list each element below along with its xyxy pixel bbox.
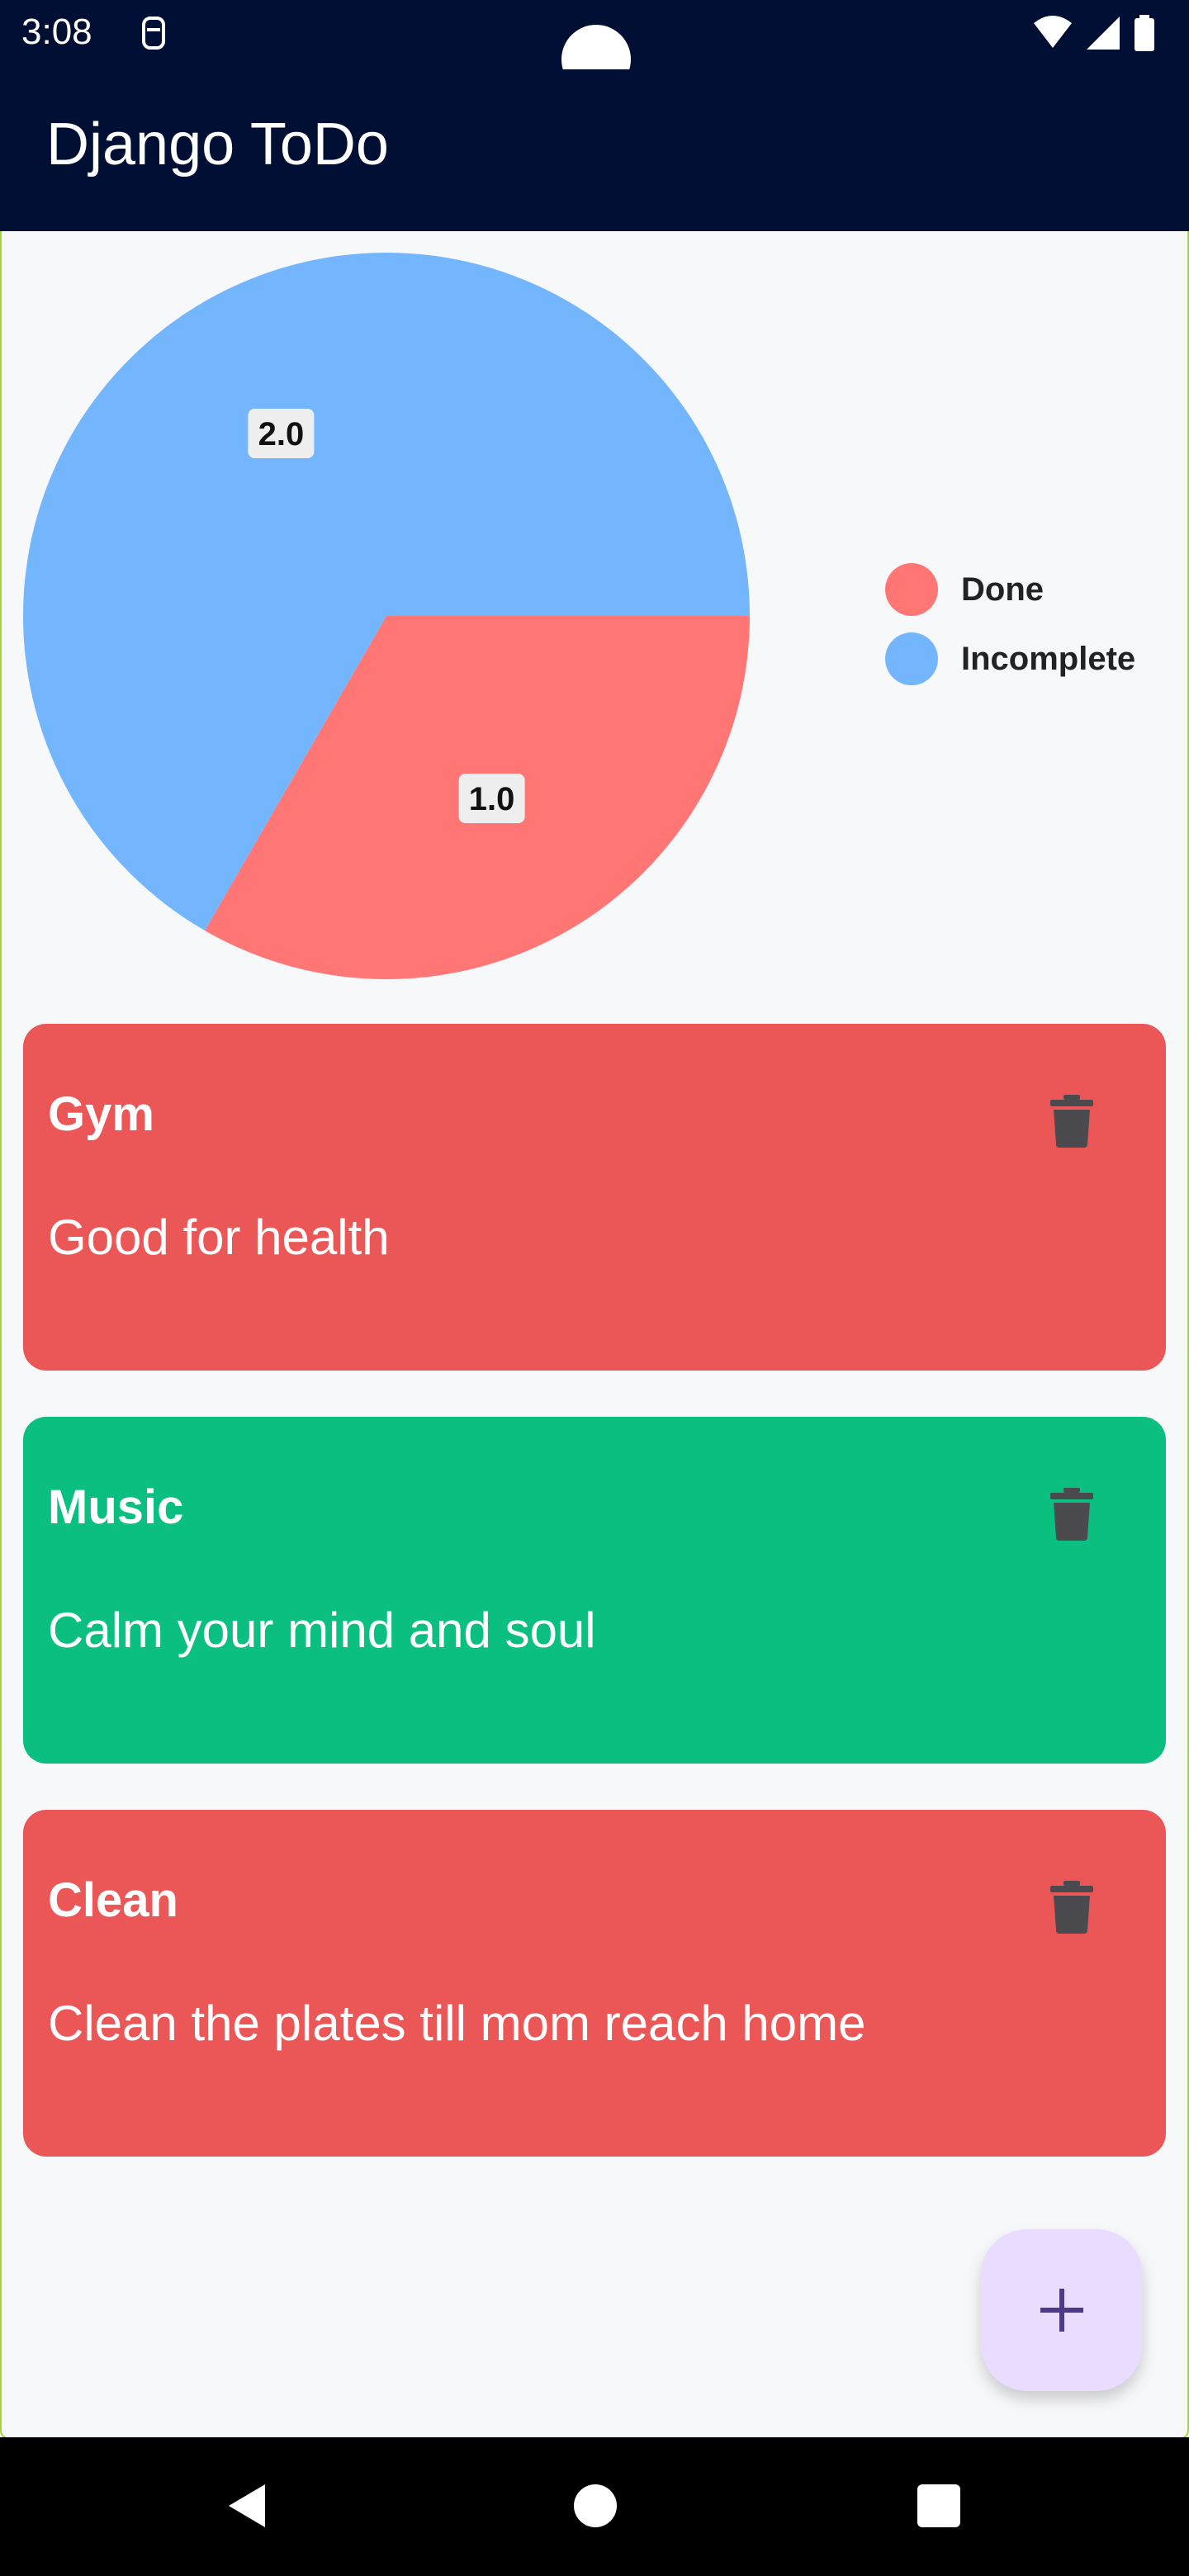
home-icon	[574, 2484, 617, 2527]
recents-icon	[917, 2484, 960, 2527]
sim-icon	[142, 17, 165, 50]
nav-recents-button[interactable]	[902, 2469, 976, 2543]
wifi-icon	[1034, 16, 1072, 48]
todo-description: Good for health	[48, 1210, 390, 1265]
back-icon	[229, 2484, 265, 2527]
status-bar: 3:08	[0, 0, 1189, 94]
pie-chart: 1.0 2.0 Done Incomplete	[0, 231, 1189, 1007]
todo-description: Clean the plates till mom reach home	[48, 1996, 866, 2051]
status-indicators	[1032, 15, 1156, 51]
todo-description: Calm your mind and soul	[48, 1603, 596, 1658]
system-nav-bar	[0, 2437, 1189, 2576]
legend-label-done: Done	[961, 571, 1044, 608]
pie-chart-svg: 1.0 2.0	[23, 252, 750, 979]
delete-button[interactable]	[1032, 1868, 1111, 1947]
legend-swatch-done	[885, 563, 938, 616]
delete-button[interactable]	[1032, 1082, 1111, 1161]
app-title: Django ToDo	[46, 111, 389, 178]
legend-swatch-incomplete	[885, 632, 938, 685]
nav-back-button[interactable]	[211, 2469, 286, 2543]
svg-text:2.0: 2.0	[258, 416, 305, 452]
app-bar: Django ToDo	[0, 69, 1189, 231]
trash-icon	[1050, 1095, 1093, 1148]
legend-label-incomplete: Incomplete	[961, 640, 1136, 677]
trash-icon	[1050, 1881, 1093, 1934]
legend-item-done: Done	[885, 555, 1135, 624]
nav-home-button[interactable]	[558, 2469, 632, 2543]
todo-card-music[interactable]: Music Calm your mind and soul	[23, 1417, 1166, 1764]
delete-button[interactable]	[1032, 1475, 1111, 1554]
trash-icon	[1050, 1488, 1093, 1541]
signal-icon	[1087, 17, 1120, 50]
todo-card-gym[interactable]: Gym Good for health	[23, 1024, 1166, 1371]
pie-label-incomplete: 2.0	[248, 408, 315, 458]
svg-text:1.0: 1.0	[469, 781, 515, 817]
chart-legend: Done Incomplete	[885, 555, 1135, 694]
todo-title: Gym	[48, 1087, 154, 1141]
battery-icon	[1135, 15, 1154, 51]
todo-card-clean[interactable]: Clean Clean the plates till mom reach ho…	[23, 1810, 1166, 2157]
todo-title: Music	[48, 1480, 184, 1534]
legend-item-incomplete: Incomplete	[885, 624, 1135, 694]
pie-label-done: 1.0	[458, 774, 525, 824]
add-todo-button[interactable]	[981, 2229, 1143, 2391]
todo-title: Clean	[48, 1873, 178, 1927]
plus-icon	[1040, 2289, 1083, 2332]
status-time: 3:08	[21, 12, 92, 52]
